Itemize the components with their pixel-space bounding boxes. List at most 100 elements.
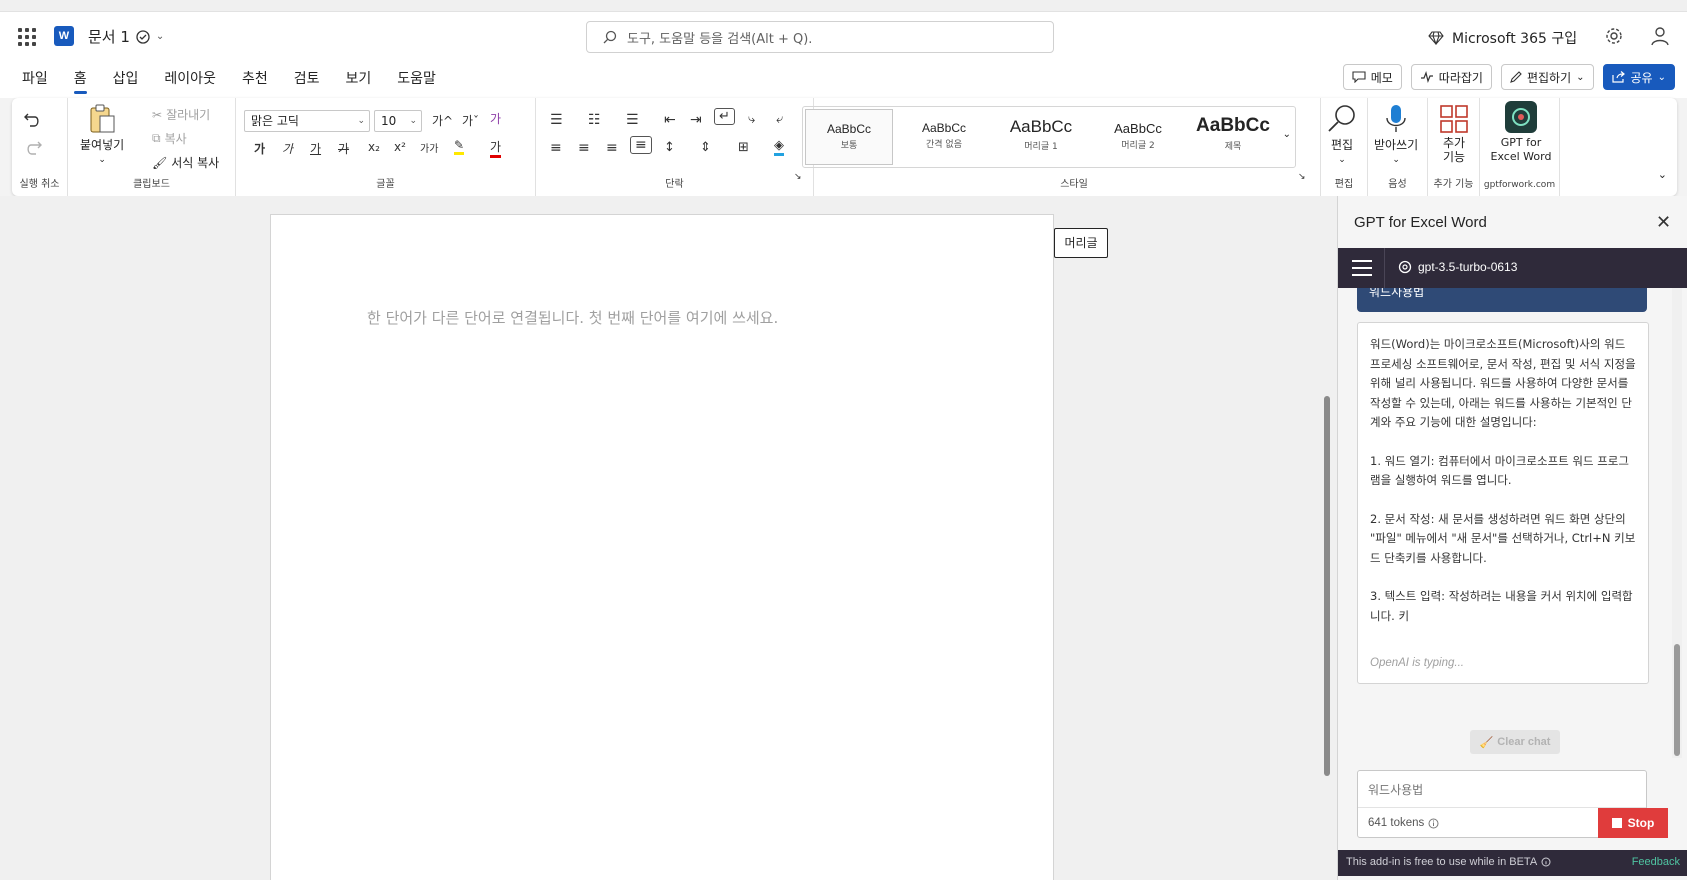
shading-icon[interactable]: ◈ <box>774 138 784 156</box>
addins-label: 추가 기능 <box>1442 136 1466 164</box>
strikethrough-button[interactable]: 가 <box>338 140 349 157</box>
model-name: gpt-3.5-turbo-0613 <box>1418 260 1518 274</box>
decrease-indent-icon[interactable]: ⇤ <box>664 112 676 128</box>
clear-chat-button[interactable]: 🧹 Clear chat <box>1470 730 1560 754</box>
underline-button[interactable]: 가 <box>310 140 321 157</box>
tab-help[interactable]: 도움말 <box>397 68 436 94</box>
ltr-icon[interactable]: ⤷ <box>748 112 755 127</box>
beta-note-text: This add-in is free to use while in BETA <box>1346 856 1538 868</box>
dictate-button[interactable]: 받아쓰기 ⌄ <box>1374 104 1418 165</box>
undo-icon[interactable] <box>24 112 42 128</box>
model-selector[interactable]: gpt-3.5-turbo-0613 <box>1398 260 1517 274</box>
tab-home[interactable]: 홈 <box>73 68 87 94</box>
editing-mode-button[interactable]: 편집하기 ⌄ <box>1500 64 1594 90</box>
change-case-button[interactable]: 가가 <box>420 140 438 155</box>
chevron-down-icon: ⌄ <box>1576 71 1585 83</box>
addins-button[interactable]: 추가 기능 <box>1436 104 1472 164</box>
shrink-font-button[interactable]: 가ˇ <box>462 112 479 129</box>
tab-insert[interactable]: 삽입 <box>113 68 139 94</box>
search-input[interactable]: 도구, 도움말 등을 검색(Alt + Q). <box>586 21 1054 53</box>
header-tag[interactable]: 머리글 <box>1054 228 1108 258</box>
tab-layout[interactable]: 레이아웃 <box>164 68 216 94</box>
increase-indent-icon[interactable]: ⇥ <box>690 112 702 128</box>
tab-view[interactable]: 보기 <box>345 68 371 94</box>
document-scrollbar[interactable] <box>1324 396 1330 776</box>
styles-launcher-icon[interactable]: ↘ <box>1298 172 1306 182</box>
chevron-down-icon[interactable]: ⌄ <box>156 31 164 42</box>
copy-button[interactable]: ⧉ 복사 <box>152 130 187 147</box>
font-size-select[interactable]: 10 ⌄ <box>374 110 422 132</box>
typing-indicator: OpenAI is typing... <box>1370 656 1464 669</box>
align-center-icon[interactable]: ≡ <box>578 140 590 156</box>
clipboard-icon <box>90 104 115 133</box>
subscript-button[interactable]: x₂ <box>368 140 380 154</box>
account-icon[interactable] <box>1650 26 1670 46</box>
bold-button[interactable]: 가 <box>254 140 265 157</box>
tab-file[interactable]: 파일 <box>22 68 48 94</box>
info-icon[interactable] <box>1428 818 1439 829</box>
clear-format-icon[interactable]: 가 <box>490 110 501 127</box>
line-spacing-icon[interactable]: ↕ <box>664 140 675 155</box>
tab-references[interactable]: 추천 <box>242 68 268 94</box>
ribbon-collapse-icon[interactable]: ⌄ <box>1658 168 1667 181</box>
brush-icon: 🖌 <box>152 155 168 170</box>
clipboard-group: 붙여넣기 ⌄ ✂ 잘라내기 ⧉ 복사 🖌 서식 복사 클립보드 <box>68 98 236 196</box>
saved-status-icon <box>136 29 150 44</box>
ribbon-tabs: 파일 홈 삽입 레이아웃 추천 검토 보기 도움말 <box>22 68 436 94</box>
document-placeholder[interactable]: 한 단어가 다른 단어로 연결됩니다. 첫 번째 단어를 여기에 쓰세요. <box>367 307 778 328</box>
prompt-input[interactable]: 워드사용법 641 tokens Stop <box>1357 770 1668 838</box>
align-right-icon[interactable]: ≡ <box>606 140 618 156</box>
feedback-link[interactable]: Feedback <box>1632 856 1680 868</box>
gpt-toolbar: gpt-3.5-turbo-0613 <box>1338 248 1687 288</box>
style-name: 제목 <box>1224 142 1242 152</box>
prompt-input-value[interactable]: 워드사용법 <box>1368 781 1423 798</box>
share-button[interactable]: 공유 ⌄ <box>1602 64 1675 90</box>
numbering-icon[interactable]: ☷ <box>588 112 601 128</box>
cut-button[interactable]: ✂ 잘라내기 <box>152 106 210 123</box>
paste-label: 붙여넣기 <box>80 138 125 152</box>
hamburger-menu-icon[interactable] <box>1352 260 1372 276</box>
multilevel-list-icon[interactable]: ☰ <box>626 112 639 128</box>
borders-icon[interactable]: ⊞ <box>738 140 749 155</box>
buy-m365-button[interactable]: Microsoft 365 구입 <box>1428 28 1577 48</box>
pane-scrollbar-thumb[interactable] <box>1674 644 1680 756</box>
align-left-icon[interactable]: ≡ <box>550 140 562 156</box>
document-title-text: 문서 1 <box>88 28 130 46</box>
tab-review[interactable]: 검토 <box>294 68 320 94</box>
stop-button[interactable]: Stop <box>1598 808 1668 838</box>
styles-expand-icon[interactable]: ⌄ <box>1283 129 1291 140</box>
paragraph-spacing-icon[interactable]: ⇕ <box>700 140 711 155</box>
style-heading-1[interactable]: AaBbCc 머리글 1 <box>993 109 1089 165</box>
find-button[interactable]: 편집 ⌄ <box>1327 104 1357 165</box>
document-page[interactable]: 한 단어가 다른 단어로 연결됩니다. 첫 번째 단어를 여기에 쓰세요. <box>270 214 1054 880</box>
redo-icon[interactable] <box>24 140 42 156</box>
show-marks-icon[interactable]: ↵ <box>714 108 735 125</box>
assistant-message: 워드(Word)는 마이크로소프트(Microsoft)사의 워드 프로세싱 소… <box>1357 322 1649 684</box>
highlight-icon[interactable]: ✎ <box>454 138 465 155</box>
italic-button[interactable]: 가 <box>282 140 293 157</box>
document-title[interactable]: 문서 1 ⌄ <box>88 26 164 47</box>
style-title[interactable]: AaBbCc 제목 <box>1187 109 1279 165</box>
gear-icon[interactable] <box>1604 26 1624 46</box>
font-name-select[interactable]: 맑은 고딕 ⌄ <box>244 110 370 132</box>
styles-gallery: AaBbCc 보통 AaBbCc 간격 없음 AaBbCc 머리글 1 AaBb… <box>802 106 1296 168</box>
justify-icon[interactable]: ≡ <box>630 136 652 154</box>
undo-group-label: 실행 취소 <box>19 179 60 190</box>
font-color-button[interactable]: 가 <box>490 138 502 158</box>
info-icon[interactable] <box>1541 857 1551 867</box>
rtl-icon[interactable]: ⤶ <box>776 112 783 127</box>
comments-button[interactable]: 메모 <box>1342 64 1402 90</box>
search-placeholder: 도구, 도움말 등을 검색(Alt + Q). <box>627 31 813 47</box>
catch-up-button[interactable]: 따라잡기 <box>1410 64 1492 90</box>
style-no-spacing[interactable]: AaBbCc 간격 없음 <box>899 109 989 165</box>
superscript-button[interactable]: x² <box>394 140 406 154</box>
bullets-icon[interactable]: ☰ <box>550 112 563 128</box>
style-heading-2[interactable]: AaBbCc 머리글 2 <box>1091 109 1185 165</box>
grow-font-button[interactable]: 가^ <box>432 112 453 129</box>
app-launcher-icon[interactable] <box>18 28 36 46</box>
paste-button[interactable]: 붙여넣기 ⌄ <box>80 104 124 165</box>
style-normal[interactable]: AaBbCc 보통 <box>805 109 893 165</box>
close-icon[interactable]: ✕ <box>1656 212 1671 233</box>
format-painter-button[interactable]: 🖌 서식 복사 <box>152 154 219 171</box>
gpt-for-word-button[interactable]: GPT for Excel Word <box>1488 100 1554 164</box>
